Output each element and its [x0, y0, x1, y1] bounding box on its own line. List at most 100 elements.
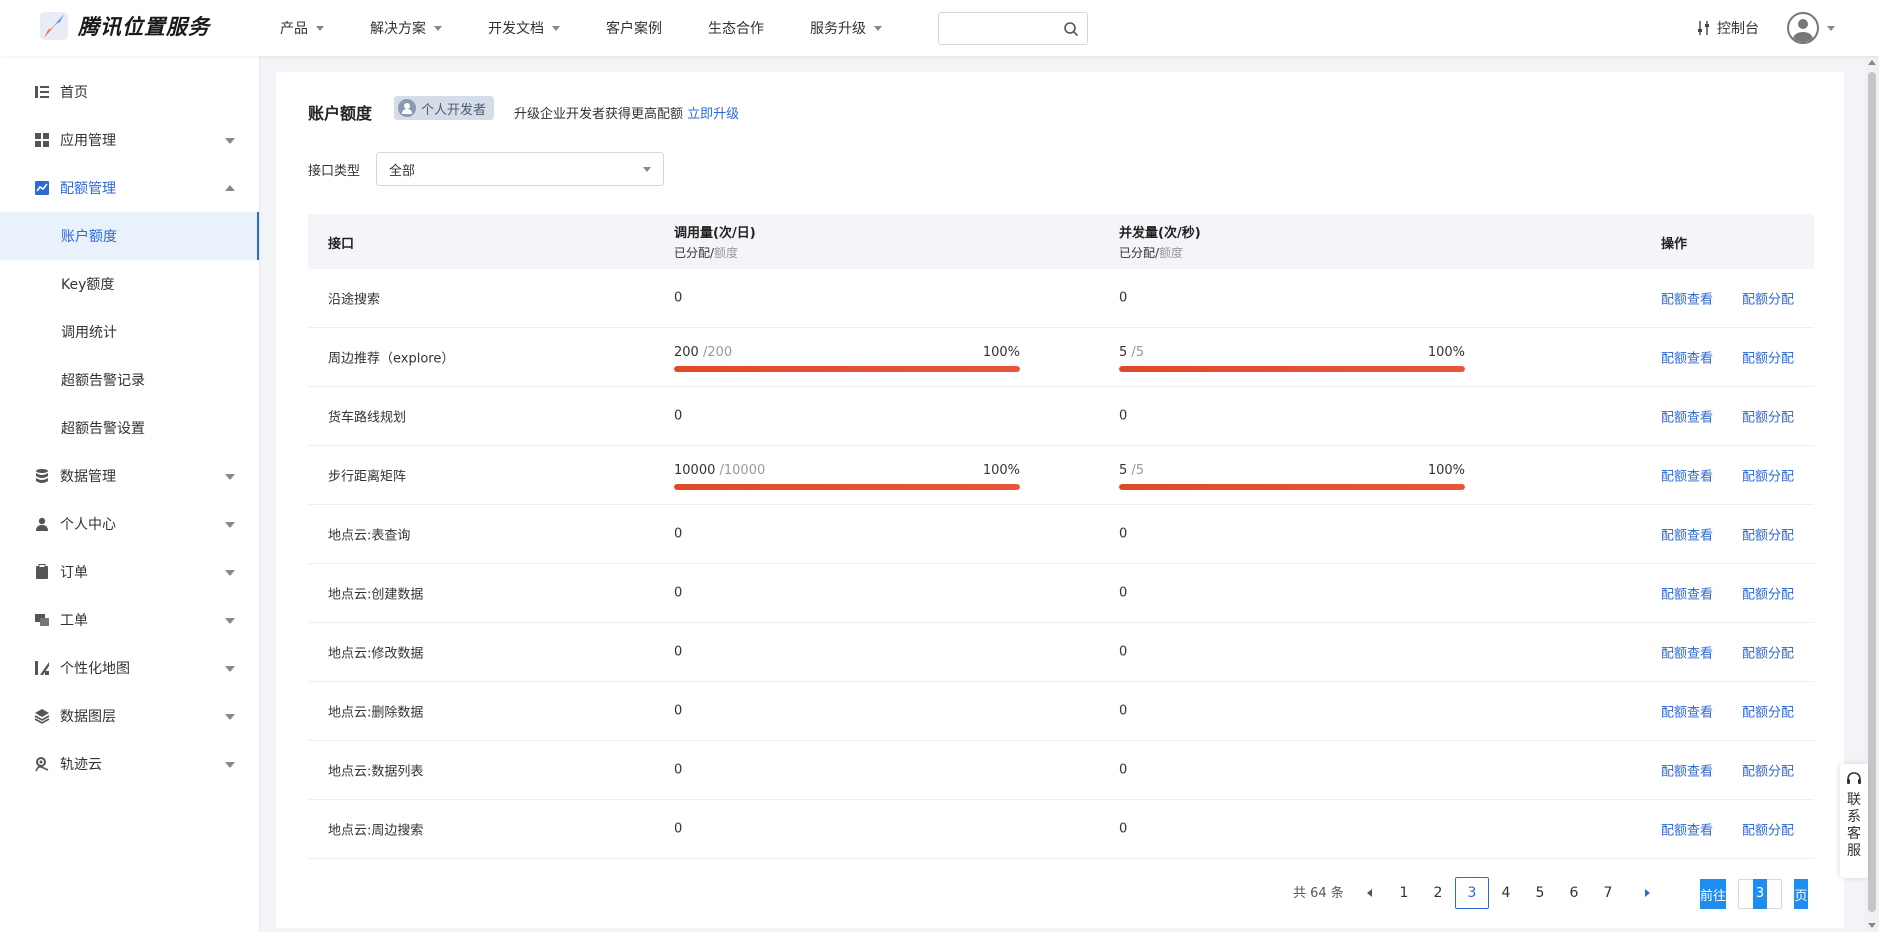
nav-docs[interactable]: 开发文档	[488, 18, 560, 38]
quota-view-link[interactable]: 配额查看	[1661, 407, 1713, 426]
sidebar-sub-alert-settings[interactable]: 超额告警设置	[0, 404, 259, 452]
sidebar-sub-usage-stats[interactable]: 调用统计	[0, 308, 259, 356]
contact-service-label: 联系客服	[1847, 792, 1861, 859]
calls-value: 0	[674, 762, 683, 778]
nav-cases[interactable]: 客户案例	[606, 18, 662, 38]
quota-view-link[interactable]: 配额查看	[1661, 820, 1713, 839]
quota-assign-link[interactable]: 配额分配	[1742, 348, 1794, 367]
sliders-icon	[1698, 21, 1709, 35]
sidebar-item-tickets[interactable]: 工单	[0, 596, 259, 644]
table-row: 货车路线规划 0 0 配额查看 配额分配	[308, 387, 1814, 446]
sidebar-sub-alert-records[interactable]: 超额告警记录	[0, 356, 259, 404]
header-ops: 操作	[1661, 237, 1688, 252]
nav-upgrade[interactable]: 服务升级	[810, 18, 882, 38]
track-icon	[35, 757, 49, 772]
page-6-button[interactable]: 6	[1561, 878, 1587, 908]
quota-assign-link[interactable]: 配额分配	[1742, 525, 1794, 544]
conc-value: 0	[1119, 703, 1128, 719]
api-name: 地点云:创建数据	[328, 587, 424, 603]
list-icon	[35, 86, 49, 98]
sidebar-item-profile[interactable]: 个人中心	[0, 500, 259, 548]
search-input[interactable]	[947, 13, 1057, 44]
conc-percent: 100%	[1427, 463, 1465, 478]
page-3-button[interactable]: 3	[1455, 877, 1489, 909]
api-name: 地点云:修改数据	[328, 646, 424, 662]
quota-view-link[interactable]: 配额查看	[1661, 466, 1713, 485]
scroll-thumb[interactable]	[1868, 72, 1876, 912]
upgrade-link[interactable]: 立即升级	[687, 107, 739, 122]
quota-view-link[interactable]: 配额查看	[1661, 702, 1713, 721]
sidebar-item-layers[interactable]: 数据图层	[0, 692, 259, 740]
contact-service-button[interactable]: 联系客服	[1840, 764, 1868, 878]
quota-assign-link[interactable]: 配额分配	[1742, 289, 1794, 308]
calls-progress-bar	[674, 484, 1020, 490]
quota-view-link[interactable]: 配额查看	[1661, 525, 1713, 544]
quota-assign-link[interactable]: 配额分配	[1742, 584, 1794, 603]
quota-view-link[interactable]: 配额查看	[1661, 761, 1713, 780]
sidebar-item-quota[interactable]: 配额管理	[0, 164, 259, 212]
sidebar-sub-account-quota[interactable]: 账户额度	[0, 212, 259, 260]
search-icon[interactable]	[1063, 21, 1079, 37]
calls-used: 200	[674, 345, 699, 360]
chevron-down-icon	[225, 714, 235, 720]
sidebar-item-label: 个性化地图	[60, 661, 130, 677]
calls-value: 0	[674, 290, 683, 306]
goto-page-input[interactable]: 3	[1738, 879, 1782, 909]
sidebar-sub-label: Key额度	[61, 277, 115, 293]
page-7-button[interactable]: 7	[1595, 878, 1621, 908]
chevron-down-icon	[552, 25, 560, 31]
sidebar-item-label: 订单	[60, 565, 88, 581]
next-page-button[interactable]	[1634, 878, 1660, 908]
nav-label: 开发文档	[488, 21, 544, 37]
nav-label: 生态合作	[708, 21, 764, 37]
page-title: 账户额度	[308, 104, 373, 123]
nav-product[interactable]: 产品	[280, 18, 324, 38]
header-calls-sub: 已分配/额度	[674, 244, 738, 261]
quota-view-link[interactable]: 配额查看	[1661, 643, 1713, 662]
sidebar-item-apps[interactable]: 应用管理	[0, 116, 259, 164]
conc-value: 0	[1119, 526, 1128, 542]
conc-used: 5	[1119, 345, 1128, 360]
table-row: 步行距离矩阵 10000 /10000 100% 5 /5 100% 配额查看 配额分配	[308, 446, 1814, 505]
sidebar-item-home[interactable]: 首页	[0, 68, 259, 116]
page-1-button[interactable]: 1	[1391, 878, 1417, 908]
user-menu[interactable]	[1787, 12, 1835, 44]
quota-table: 接口 调用量(次/日) 已分配/额度 并发量(次/秒) 已分配/额度 操作 沿途…	[308, 214, 1814, 859]
goto-button[interactable]: 前往	[1700, 879, 1726, 909]
quota-assign-link[interactable]: 配额分配	[1742, 820, 1794, 839]
prev-page-button[interactable]	[1356, 878, 1382, 908]
conc-progress-bar	[1119, 366, 1465, 372]
nav-label: 产品	[280, 21, 308, 37]
sidebar-item-data[interactable]: 数据管理	[0, 452, 259, 500]
page-4-button[interactable]: 4	[1493, 878, 1519, 908]
calls-value: 0	[674, 703, 683, 719]
console-link[interactable]: 控制台	[1697, 18, 1759, 38]
sidebar-item-track-cloud[interactable]: 轨迹云	[0, 740, 259, 788]
brand-logo[interactable]: 腾讯位置服务	[38, 10, 210, 42]
sidebar-item-label: 个人中心	[60, 517, 116, 533]
map-style-icon	[35, 661, 49, 675]
sidebar-item-custom-map[interactable]: 个性化地图	[0, 644, 259, 692]
nav-ecosystem[interactable]: 生态合作	[708, 18, 764, 38]
nav-solutions[interactable]: 解决方案	[370, 18, 442, 38]
quota-assign-link[interactable]: 配额分配	[1742, 466, 1794, 485]
sidebar-item-orders[interactable]: 订单	[0, 548, 259, 596]
quota-assign-link[interactable]: 配额分配	[1742, 761, 1794, 780]
ticket-icon	[35, 614, 49, 626]
chevron-right-icon	[1644, 889, 1650, 897]
scroll-down-icon[interactable]	[1868, 923, 1876, 928]
quota-view-link[interactable]: 配额查看	[1661, 348, 1713, 367]
page-5-button[interactable]: 5	[1527, 878, 1553, 908]
api-type-select[interactable]: 全部	[376, 152, 664, 186]
quota-view-link[interactable]: 配额查看	[1661, 584, 1713, 603]
scroll-up-icon[interactable]	[1868, 60, 1876, 65]
conc-amount: 5 /5	[1119, 345, 1144, 360]
quota-assign-link[interactable]: 配额分配	[1742, 702, 1794, 721]
sidebar-item-label: 应用管理	[60, 133, 116, 149]
pagination: 共 64 条 1 2 3 4 5 6 7 前往 3 页	[276, 872, 1844, 912]
page-2-button[interactable]: 2	[1425, 878, 1451, 908]
quota-assign-link[interactable]: 配额分配	[1742, 643, 1794, 662]
quota-assign-link[interactable]: 配额分配	[1742, 407, 1794, 426]
quota-view-link[interactable]: 配额查看	[1661, 289, 1713, 308]
sidebar-sub-key-quota[interactable]: Key额度	[0, 260, 259, 308]
